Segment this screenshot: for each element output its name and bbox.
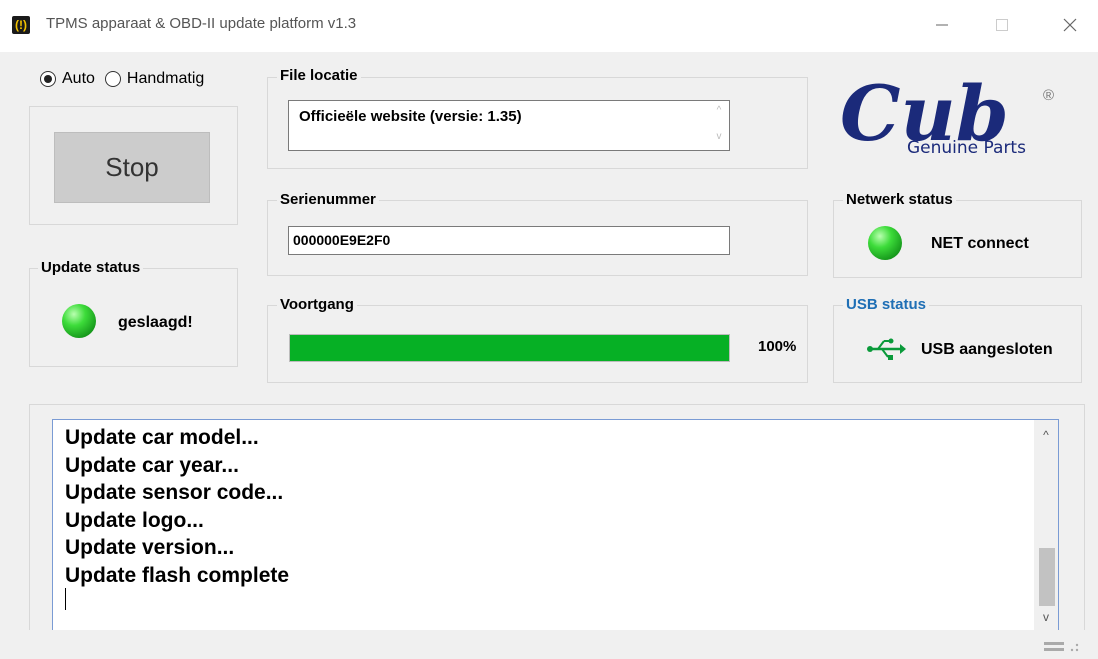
log-line: Update logo... (65, 508, 204, 532)
log-line: Update car model... (65, 426, 259, 449)
file-location-scroll-up-icon[interactable]: ^ (713, 105, 725, 116)
bottom-strip (0, 630, 1098, 655)
window-title: TPMS apparaat & OBD-II update platform v… (46, 15, 357, 32)
log-textarea[interactable]: Update car model... Update car year... U… (52, 419, 1059, 631)
progress-label: Voortgang (277, 296, 357, 313)
handmatig-radio-label[interactable]: Handmatig (127, 70, 204, 88)
tpms-warning-icon: (!) (12, 16, 30, 34)
log-lines: Update car model... Update car year... U… (65, 424, 289, 589)
auto-radio[interactable] (40, 71, 56, 87)
log-line: Update sensor code... (65, 481, 284, 504)
file-location-value: Officieële website (versie: 1.35) (299, 108, 522, 125)
file-location-field[interactable]: Officieële website (versie: 1.35) ^ v (288, 100, 730, 151)
logo-tagline: Genuine Parts (907, 138, 1026, 158)
log-scrollbar[interactable]: ^ v (1034, 420, 1058, 630)
resize-grip-icon[interactable] (1044, 640, 1084, 659)
maximize-button[interactable] (982, 10, 1022, 40)
close-button[interactable] (1050, 10, 1090, 40)
network-status-label: Netwerk status (843, 191, 956, 208)
progress-bar (289, 334, 730, 362)
auto-radio-label[interactable]: Auto (62, 70, 95, 88)
network-status-led (868, 226, 902, 260)
log-line: Update car year... (65, 453, 239, 477)
update-status-text: geslaagd! (118, 314, 193, 331)
handmatig-radio[interactable] (104, 71, 121, 87)
scroll-up-icon[interactable]: ^ (1034, 428, 1058, 442)
cub-logo: Cub ® Genuine Parts (836, 69, 1056, 162)
serial-value: 000000E9E2F0 (293, 232, 391, 248)
scroll-down-icon[interactable]: v (1034, 610, 1058, 624)
usb-status-label: USB status (843, 296, 930, 313)
minimize-button[interactable] (922, 10, 962, 40)
scroll-thumb[interactable] (1039, 548, 1055, 606)
serial-field[interactable]: 000000E9E2F0 (288, 226, 730, 255)
network-status-text: NET connect (931, 235, 1029, 252)
text-caret (65, 588, 66, 610)
file-location-label: File locatie (277, 67, 361, 84)
mode-selector: Auto Handmatig (40, 70, 214, 88)
usb-status-text: USB aangesloten (921, 341, 1053, 358)
update-status-led (62, 304, 96, 338)
title-bar: (!) TPMS apparaat & OBD-II update platfo… (0, 0, 1098, 52)
progress-percent: 100% (758, 338, 797, 355)
log-line: Update version... (65, 536, 235, 559)
usb-icon (866, 336, 906, 367)
logo-registered: ® (1043, 87, 1054, 104)
serial-label: Serienummer (277, 191, 379, 208)
stop-button[interactable]: Stop (54, 132, 210, 203)
close-icon (1063, 18, 1077, 32)
minimize-icon (936, 24, 948, 26)
maximize-icon (996, 19, 1008, 31)
update-status-label: Update status (38, 259, 144, 276)
log-line: Update flash complete (65, 563, 290, 587)
progress-fill (290, 335, 729, 361)
file-location-scroll-down-icon[interactable]: v (713, 131, 725, 142)
